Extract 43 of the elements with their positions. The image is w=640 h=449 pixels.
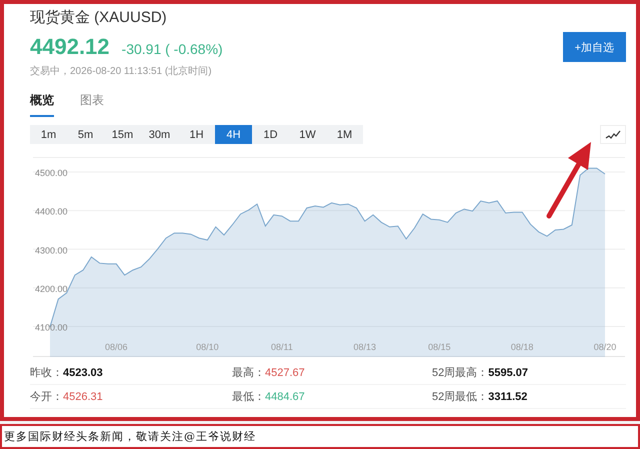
stat-label: 最低：	[232, 390, 265, 404]
axis-label: 4500.00	[35, 168, 68, 178]
stat-label: 昨收：	[30, 366, 63, 380]
period-button[interactable]: 1M	[326, 125, 363, 144]
axis-label: 08/06	[105, 342, 128, 352]
period-button[interactable]: 1D	[252, 125, 289, 144]
trading-status: 交易中，2026-08-20 11:13:51 (北京时间)	[30, 64, 213, 78]
axis-label: 08/11	[271, 342, 293, 352]
axis-label: 08/15	[428, 342, 451, 352]
stat-label: 52周最低：	[432, 390, 488, 404]
axis-label: 4300.00	[35, 245, 68, 256]
stat-value: 4523.03	[63, 366, 103, 378]
stat-value: 4526.31	[63, 390, 103, 402]
period-button[interactable]: 5m	[67, 125, 104, 144]
period-button[interactable]: 15m	[104, 125, 141, 144]
stat-value: 3311.52	[488, 390, 528, 402]
add-watchlist-button[interactable]: +加自选	[562, 32, 626, 62]
quote-title: 现货黄金 (XAUUSD)	[30, 8, 168, 28]
axis-label: 08/20	[594, 342, 616, 352]
line-chart-icon	[605, 130, 621, 140]
tab[interactable]: 图表	[80, 92, 104, 117]
caption-text: 更多国际财经头条新闻，敬请关注@王爷说财经	[4, 429, 256, 444]
period-button[interactable]: 30m	[141, 125, 178, 144]
axis-label: 08/18	[510, 342, 534, 352]
line-chart-button[interactable]	[600, 125, 626, 144]
period-button[interactable]: 1H	[178, 125, 215, 144]
axis-label: 08/13	[354, 342, 376, 352]
axis-label: 4200.00	[35, 284, 68, 294]
stat-label: 最高：	[232, 366, 265, 380]
axis-label: 08/10	[196, 342, 219, 352]
stat-label: 52周最高：	[432, 366, 488, 380]
period-button[interactable]: 4H	[215, 125, 252, 144]
stat-value: 4484.67	[265, 390, 305, 402]
period-button[interactable]: 1m	[30, 125, 67, 144]
stat-label: 今开：	[30, 390, 63, 404]
period-button[interactable]: 1W	[289, 125, 326, 144]
stat-value: 4527.67	[265, 366, 305, 378]
stat-value: 5595.07	[488, 366, 528, 378]
price-value: 4492.12	[30, 34, 110, 60]
axis-label: 4100.00	[35, 322, 68, 332]
axis-label: 4400.00	[35, 206, 68, 217]
tab[interactable]: 概览	[30, 92, 54, 117]
price-change: -30.91 ( -0.68%)	[122, 41, 223, 57]
